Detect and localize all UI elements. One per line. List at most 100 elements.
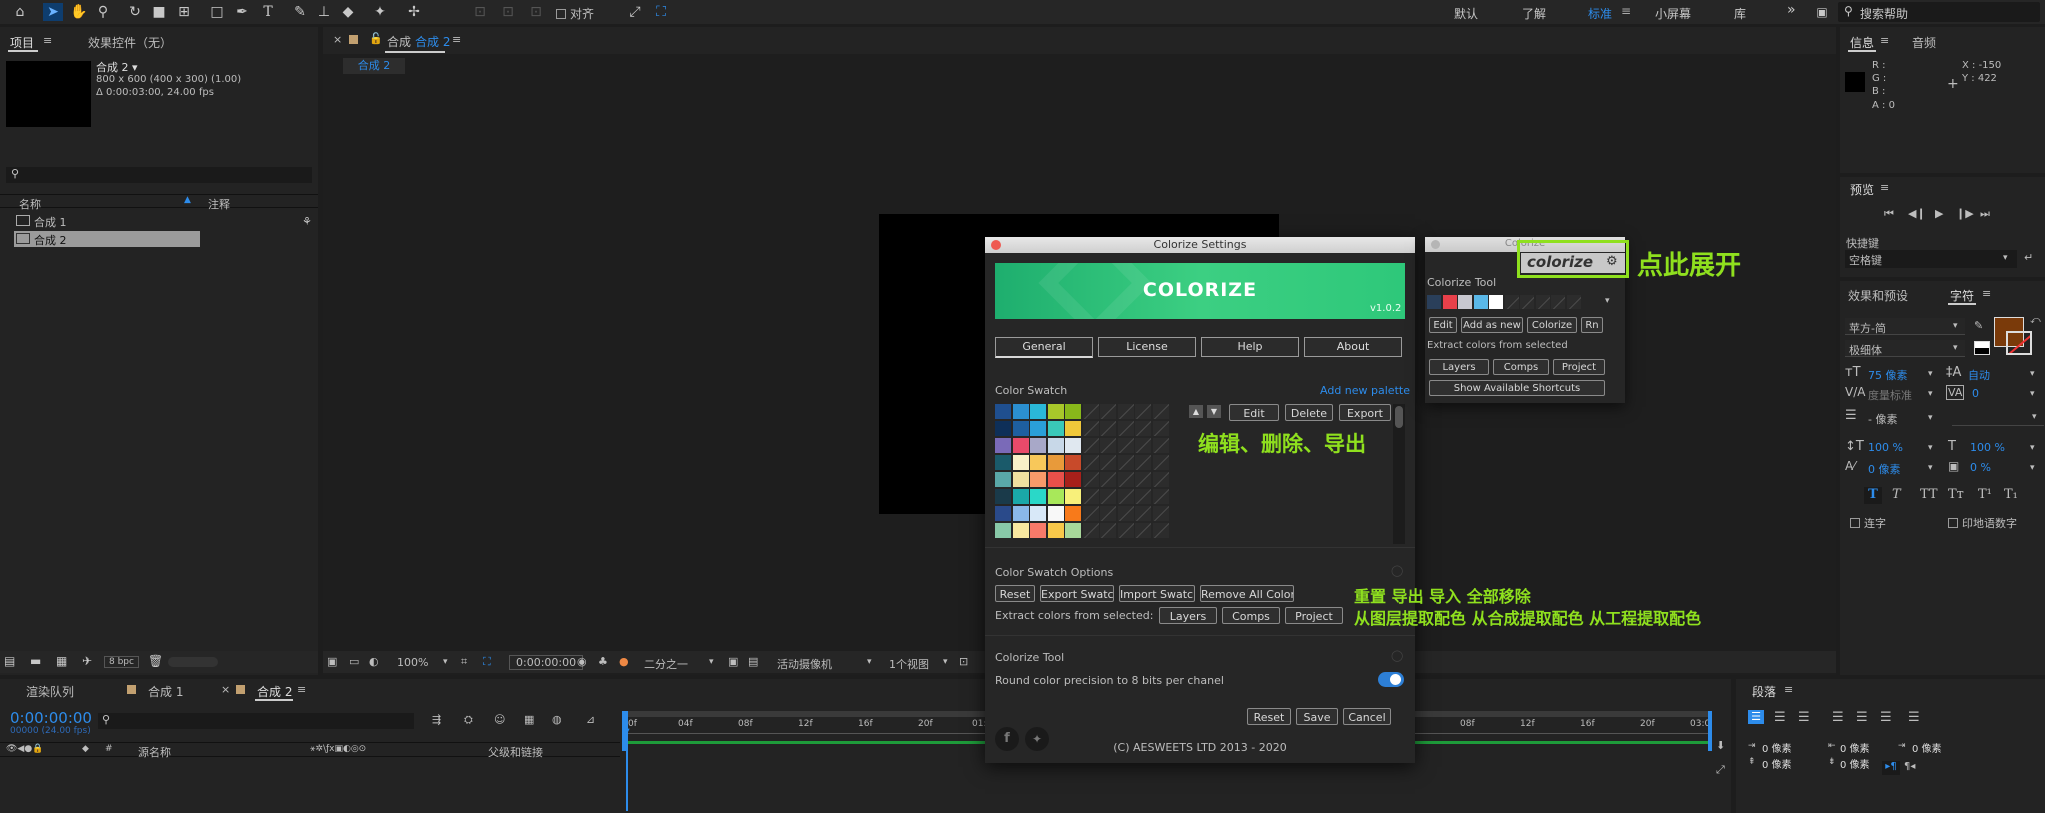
hindi-digits-checkbox[interactable]: 印地语数字	[1948, 515, 2017, 531]
align-checkbox[interactable]: 对齐	[556, 5, 594, 22]
previous-frame-icon[interactable]: ◀❙	[1908, 207, 1926, 220]
viewer-tab-prefix[interactable]: 合成	[387, 33, 411, 50]
swatch-grid[interactable]	[995, 404, 1173, 544]
align-right-button[interactable]: ☰	[1798, 710, 1810, 725]
swatch-options-toggle-icon[interactable]: ◯	[1391, 564, 1403, 577]
faux-bold-button[interactable]: T	[1864, 487, 1882, 504]
ligature-checkbox[interactable]: 连字	[1850, 515, 1886, 531]
tool-empty-cell[interactable]	[1566, 295, 1581, 309]
swatch-color-cell[interactable]	[1012, 421, 1029, 436]
tool-layers-button[interactable]: Layers	[1429, 359, 1489, 375]
indent-right-value[interactable]: 0 像素	[1840, 740, 1870, 755]
swatch-empty-cell[interactable]	[1117, 438, 1134, 453]
layout-icon[interactable]: ⊡	[959, 655, 968, 668]
panel-menu-icon[interactable]: ≡	[1784, 683, 1793, 696]
vr-icon[interactable]: ◐	[369, 655, 379, 668]
close-tab-icon[interactable]: ×	[221, 683, 230, 696]
tool-empty-cell[interactable]	[1520, 295, 1534, 309]
swatch-color-cell[interactable]	[1012, 523, 1029, 538]
axis-mode-icon[interactable]: ⊡	[470, 3, 490, 21]
comp-marker-icon[interactable]: ⬇	[1716, 739, 1725, 752]
delete-icon[interactable]: 🗑	[148, 654, 163, 668]
tool-project-button[interactable]: Project	[1553, 359, 1605, 375]
swatch-empty-cell[interactable]	[1152, 506, 1169, 521]
reset-swatch-button[interactable]: Reset	[995, 585, 1035, 602]
shy-icon[interactable]: ☺	[494, 713, 505, 726]
swatch-color-cell[interactable]	[1065, 421, 1081, 436]
tool-color-cell[interactable]	[1458, 295, 1472, 309]
swatch-empty-cell[interactable]	[1152, 472, 1169, 487]
render-icon[interactable]: ✈	[82, 654, 92, 668]
roto-brush-tool-icon[interactable]: ✦	[370, 3, 390, 21]
swatch-color-cell[interactable]	[1030, 438, 1046, 453]
swatch-empty-cell[interactable]	[1152, 489, 1169, 504]
swatch-empty-cell[interactable]	[1152, 421, 1169, 436]
swatch-color-cell[interactable]	[995, 438, 1011, 453]
tool-comps-button[interactable]: Comps	[1493, 359, 1549, 375]
settings-cancel-button[interactable]: Cancel	[1343, 708, 1391, 725]
swatch-color-cell[interactable]	[1065, 404, 1081, 419]
clone-stamp-tool-icon[interactable]: ⊥	[314, 3, 334, 21]
add-new-palette-link[interactable]: Add new palette	[1320, 384, 1410, 397]
work-area-end-handle[interactable]	[1708, 711, 1712, 751]
swatch-empty-cell[interactable]	[1135, 523, 1151, 538]
swatch-empty-cell[interactable]	[1082, 506, 1099, 521]
swatch-color-cell[interactable]	[1047, 421, 1064, 436]
brush-tool-icon[interactable]: ✎	[290, 3, 310, 21]
pen-tool-icon[interactable]: ✒	[232, 3, 252, 21]
swatch-empty-cell[interactable]	[1152, 404, 1169, 419]
stroke-width-value[interactable]: - 像素	[1868, 411, 1897, 427]
tab-info[interactable]: 信息	[1850, 34, 1874, 51]
tool-color-cell[interactable]	[1489, 295, 1503, 309]
align-center-button[interactable]: ☰	[1774, 710, 1786, 725]
zoom-select[interactable]: 100%	[397, 656, 428, 669]
tab-project[interactable]: 项目	[10, 34, 34, 51]
workspace-library[interactable]: 库	[1734, 5, 1746, 22]
selection-tool-icon[interactable]: ➤	[43, 3, 63, 21]
swatch-color-cell[interactable]	[1065, 455, 1081, 470]
comp-title[interactable]: 合成 2 ▾	[96, 59, 138, 75]
swatch-color-cell[interactable]	[1065, 489, 1081, 504]
work-area-start-handle[interactable]	[622, 711, 626, 751]
superscript-button[interactable]: T¹	[1978, 487, 1992, 502]
swatch-color-cell[interactable]	[1030, 506, 1046, 521]
small-caps-button[interactable]: Tᴛ	[1948, 487, 1964, 502]
justify-left-button[interactable]: ☰	[1832, 710, 1844, 725]
interpret-footage-icon[interactable]: ▤	[4, 654, 15, 668]
colorize-settings-titlebar[interactable]: Colorize Settings	[985, 237, 1415, 253]
swatch-empty-cell[interactable]	[1117, 523, 1134, 538]
eraser-tool-icon[interactable]: ◆	[338, 3, 358, 21]
indent-left-value[interactable]: 0 像素	[1762, 740, 1792, 755]
swatch-color-cell[interactable]	[1012, 404, 1029, 419]
swatch-empty-cell[interactable]	[1135, 455, 1151, 470]
zoom-tool-icon[interactable]: ⚲	[93, 3, 113, 21]
region-icon[interactable]: ⛶	[483, 655, 491, 669]
last-frame-icon[interactable]: ⏭	[1980, 207, 1990, 221]
first-frame-icon[interactable]: ⏮	[1884, 207, 1894, 221]
workspace-menu-icon[interactable]: ≡	[1621, 4, 1631, 18]
views-select[interactable]: 1个视图	[889, 656, 929, 672]
swatch-color-cell[interactable]	[1030, 472, 1046, 487]
swatch-color-cell[interactable]	[1030, 421, 1046, 436]
first-line-indent-value[interactable]: 0 像素	[1912, 740, 1942, 755]
swatch-empty-cell[interactable]	[1100, 421, 1116, 436]
timeline-search-field[interactable]: ⚲	[98, 713, 414, 729]
lock-icon[interactable]: 🔓	[369, 32, 383, 45]
swatch-empty-cell[interactable]	[1082, 523, 1099, 538]
move-up-button[interactable]: ▲	[1189, 405, 1203, 418]
type-tool-icon[interactable]: T	[258, 3, 278, 21]
toggle-mask-icon[interactable]: ▤	[748, 655, 758, 668]
swatch-color-cell[interactable]	[995, 489, 1011, 504]
colorize-button[interactable]: Colorize	[1527, 317, 1577, 333]
swatch-color-cell[interactable]	[995, 421, 1011, 436]
swatch-empty-cell[interactable]	[1100, 506, 1116, 521]
camera-tool-icon[interactable]: ■	[149, 3, 169, 21]
swatch-color-cell[interactable]	[1047, 472, 1064, 487]
swatch-color-cell[interactable]	[1030, 523, 1046, 538]
extract-layers-button[interactable]: Layers	[1159, 607, 1217, 624]
viewer-tab-name[interactable]: 合成 2	[415, 33, 450, 50]
font-family-select[interactable]: 苹方-简 ▾	[1845, 318, 1965, 335]
play-icon[interactable]: ▶	[1935, 207, 1943, 220]
swatch-color-cell[interactable]	[1065, 472, 1081, 487]
workspace-learn[interactable]: 了解	[1522, 5, 1546, 22]
